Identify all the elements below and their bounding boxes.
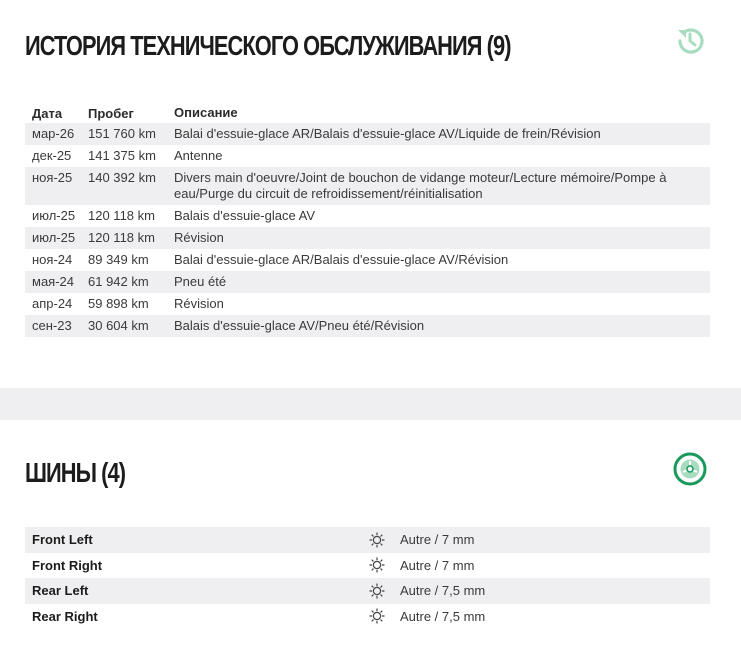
table-row: ноя-24 89 349 km Balai d'essuie-glace AR… xyxy=(25,249,710,271)
row-date: июл-25 xyxy=(32,230,76,245)
row-date: дек-25 xyxy=(32,148,72,163)
maintenance-table: Дата Пробег Описание мар-26 151 760 km B… xyxy=(25,103,710,337)
table-row: мар-26 151 760 km Balai d'essuie-glace A… xyxy=(25,123,710,145)
table-row: мая-24 61 942 km Pneu été xyxy=(25,271,710,293)
row-date: мая-24 xyxy=(32,274,74,289)
row-date: ноя-25 xyxy=(32,170,73,185)
table-row: дек-25 141 375 km Antenne xyxy=(25,145,710,167)
table-row: июл-25 120 118 km Révision xyxy=(25,227,710,249)
row-mileage: 151 760 km xyxy=(88,126,156,141)
row-date: мар-26 xyxy=(32,126,75,141)
history-icon xyxy=(673,24,707,58)
tire-position: Rear Left xyxy=(32,583,89,599)
sun-gear-icon xyxy=(368,556,400,574)
row-description: Balai d'essuie-glace AR/Balais d'essuie-… xyxy=(174,126,601,141)
tire-value: Autre / 7,5 mm xyxy=(400,608,486,624)
row-description: Balais d'essuie-glace AV xyxy=(174,208,315,223)
row-mileage: 120 118 km xyxy=(88,208,155,223)
table-row: ноя-25 140 392 km Divers main d'oeuvre/J… xyxy=(25,167,710,205)
row-mileage: 141 375 km xyxy=(88,148,156,163)
sun-gear-icon xyxy=(368,531,400,549)
tire-position: Rear Right xyxy=(32,608,98,624)
row-description: Révision xyxy=(174,230,224,245)
table-row: Front Left Autre / 7 mm xyxy=(25,527,710,553)
tires-title: ШИНЫ (4) xyxy=(25,457,126,488)
tire-icon xyxy=(673,452,707,486)
maintenance-table-header: Дата Пробег Описание xyxy=(25,103,710,123)
row-date: июл-25 xyxy=(32,208,76,223)
row-date: апр-24 xyxy=(32,296,73,311)
maintenance-section: ИСТОРИЯ ТЕХНИЧЕСКОГО ОБСЛУЖИВАНИЯ (9) Да… xyxy=(0,0,741,388)
tire-value: Autre / 7 mm xyxy=(400,557,475,573)
row-mileage: 140 392 km xyxy=(88,170,156,185)
row-description: Balai d'essuie-glace AR/Balais d'essuie-… xyxy=(174,252,509,267)
row-mileage: 120 118 km xyxy=(88,230,155,245)
row-date: сен-23 xyxy=(32,318,72,333)
table-row: сен-23 30 604 km Balais d'essuie-glace A… xyxy=(25,315,710,337)
column-header-mileage: Пробег xyxy=(88,105,134,121)
tire-value: Autre / 7,5 mm xyxy=(400,583,486,599)
table-row: июл-25 120 118 km Balais d'essuie-glace … xyxy=(25,205,710,227)
column-header-description: Описание xyxy=(174,105,238,120)
tires-table: Front Left Autre / 7 mm Front Right Autr… xyxy=(25,527,710,629)
table-row: Rear Left Autre / 7,5 mm xyxy=(25,578,710,604)
sun-gear-icon xyxy=(368,607,400,625)
tire-position: Front Right xyxy=(32,557,103,573)
tires-section: ШИНЫ (4) Front Left Autre / 7 mm Front R… xyxy=(0,420,741,657)
row-mileage: 89 349 km xyxy=(88,252,149,267)
row-description: Révision xyxy=(174,296,224,311)
column-header-date: Дата xyxy=(32,105,63,121)
table-row: Front Right Autre / 7 mm xyxy=(25,553,710,579)
table-row: апр-24 59 898 km Révision xyxy=(25,293,710,315)
row-mileage: 61 942 km xyxy=(88,274,149,289)
row-mileage: 30 604 km xyxy=(88,318,149,333)
table-row: Rear Right Autre / 7,5 mm xyxy=(25,604,710,630)
sun-gear-icon xyxy=(368,582,400,600)
tire-position: Front Left xyxy=(32,532,93,548)
row-date: ноя-24 xyxy=(32,252,73,267)
row-description: Pneu été xyxy=(174,274,227,289)
row-description: Antenne xyxy=(174,148,223,163)
section-divider xyxy=(0,388,741,420)
row-description: Balais d'essuie-glace AV/Pneu été/Révisi… xyxy=(174,318,425,333)
row-mileage: 59 898 km xyxy=(88,296,149,311)
maintenance-title: ИСТОРИЯ ТЕХНИЧЕСКОГО ОБСЛУЖИВАНИЯ (9) xyxy=(25,30,511,61)
tire-value: Autre / 7 mm xyxy=(400,532,475,548)
row-description: Divers main d'oeuvre/Joint de bouchon de… xyxy=(174,170,667,201)
